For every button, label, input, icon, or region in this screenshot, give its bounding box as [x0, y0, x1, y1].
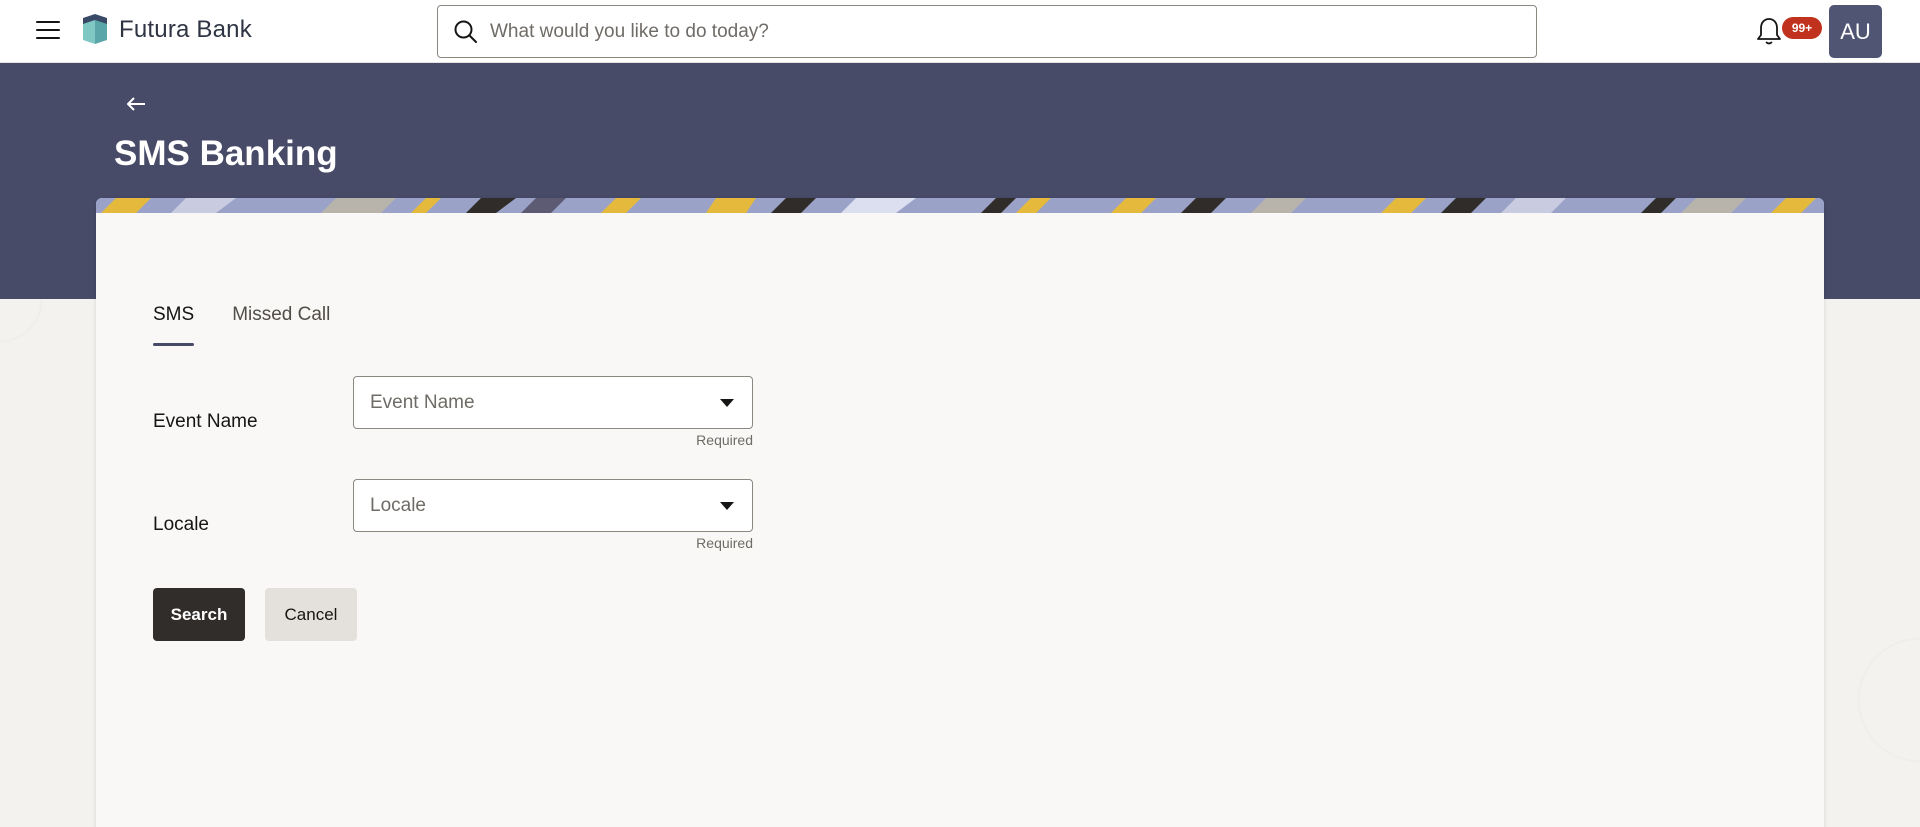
tab-sms[interactable]: SMS: [153, 304, 195, 346]
locale-label: Locale: [153, 514, 209, 535]
brand-name[interactable]: Futura Bank: [119, 16, 252, 44]
page-title: SMS Banking: [114, 134, 338, 173]
top-bar: Futura Bank 99+ AU: [0, 0, 1920, 63]
event-name-placeholder: Event Name: [370, 392, 475, 413]
notification-badge[interactable]: 99+: [1782, 17, 1822, 39]
locale-hint: Required: [696, 535, 753, 551]
locale-select[interactable]: Locale: [353, 479, 753, 532]
cancel-button[interactable]: Cancel: [265, 588, 357, 641]
global-search: [437, 5, 1537, 58]
event-name-select[interactable]: Event Name: [353, 376, 753, 429]
tab-missed-call[interactable]: Missed Call: [232, 304, 330, 346]
avatar[interactable]: AU: [1829, 5, 1882, 58]
search-input[interactable]: [490, 14, 1520, 50]
bank-logo[interactable]: [81, 14, 109, 44]
search-icon: [454, 20, 477, 43]
event-name-label: Event Name: [153, 411, 258, 432]
bell-icon[interactable]: [1756, 16, 1782, 46]
content-card: SMS Missed Call Event Name Event Name Re…: [96, 198, 1824, 827]
event-name-hint: Required: [696, 432, 753, 448]
chevron-down-icon: [720, 399, 734, 407]
tab-bar: SMS Missed Call: [153, 304, 368, 346]
locale-placeholder: Locale: [370, 495, 426, 516]
search-button[interactable]: Search: [153, 588, 245, 641]
decorative-banner-stripe: [96, 198, 1824, 213]
chevron-down-icon: [720, 502, 734, 510]
menu-icon[interactable]: [36, 21, 60, 41]
arrow-left-icon[interactable]: [124, 92, 148, 116]
